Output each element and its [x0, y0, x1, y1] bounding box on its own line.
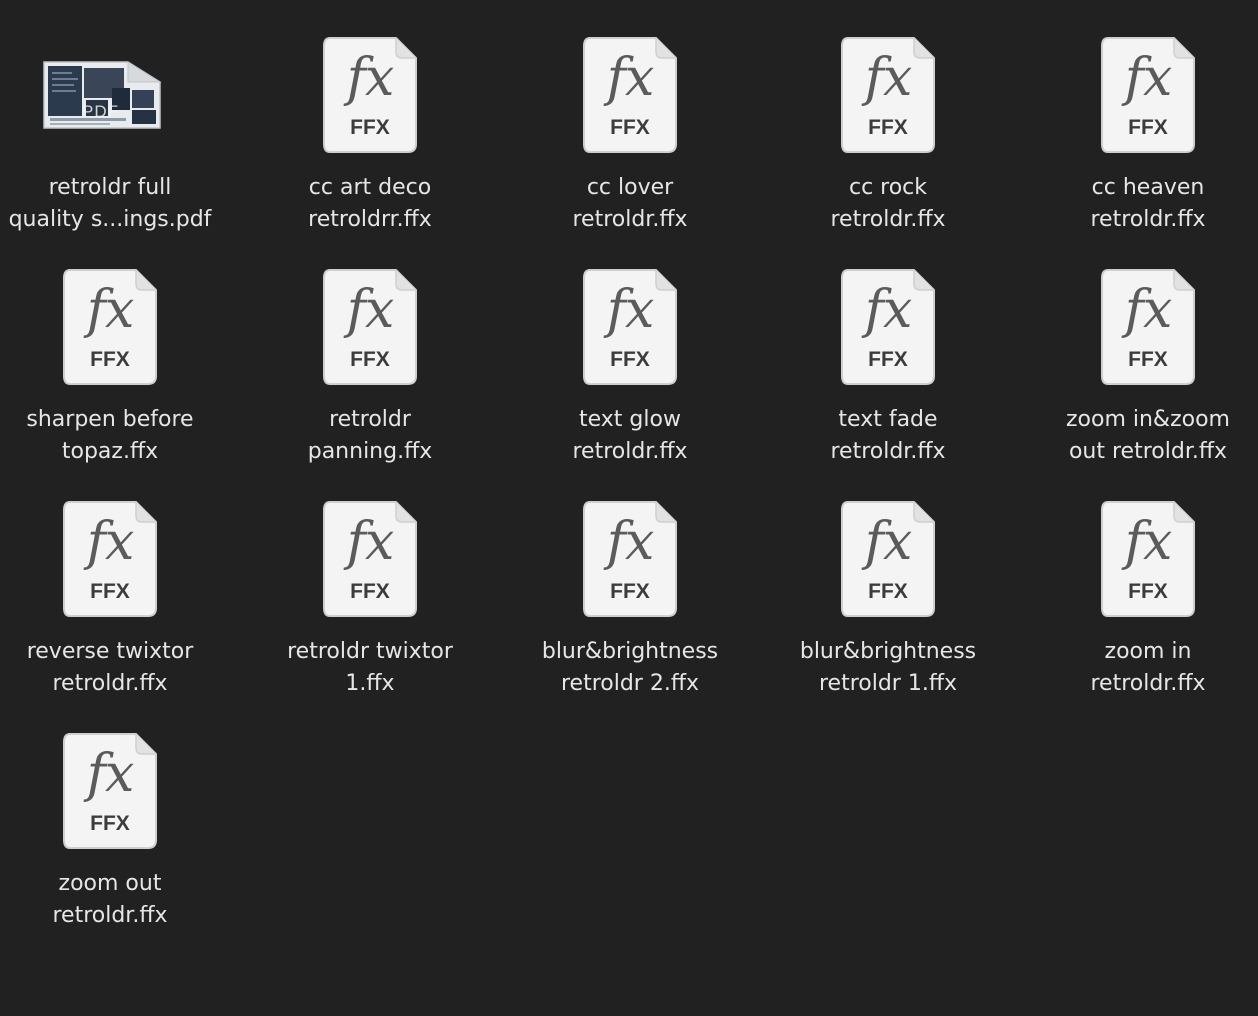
file-item-ffx[interactable]: fx FFX sharpen before topaz.ffx — [0, 232, 230, 464]
file-name: blur&brightness retroldr 2.ffx — [541, 639, 719, 696]
fx-glyph: fx — [346, 48, 395, 108]
file-ext-label: FFX — [90, 580, 130, 603]
file-ext-label: FFX — [1128, 116, 1168, 139]
file-item-ffx[interactable]: fx FFX blur&brightness retroldr 2.ffx — [510, 464, 750, 696]
pdf-icon: PDF — [0, 0, 230, 160]
fx-glyph: fx — [864, 280, 913, 340]
ffx-file-icon: fx FFX — [510, 464, 750, 624]
fx-glyph: fx — [864, 512, 913, 572]
file-item-ffx[interactable]: fx FFX text glow retroldr.ffx — [510, 232, 750, 464]
fx-glyph: fx — [1124, 512, 1173, 572]
file-name: retroldr panning.ffx — [307, 407, 433, 464]
ffx-file-icon: fx FFX — [250, 0, 490, 160]
file-item-pdf[interactable]: PDF retroldr full quality s...ings.pdf — [0, 0, 230, 232]
ffx-file-icon: fx FFX — [1028, 0, 1258, 160]
file-ext-label: FFX — [350, 116, 390, 139]
ffx-file-icon: fx FFX — [250, 464, 490, 624]
file-name: zoom in retroldr.ffx — [1090, 639, 1206, 696]
file-name: reverse twixtor retroldr.ffx — [26, 639, 194, 696]
fx-glyph: fx — [606, 280, 655, 340]
fx-glyph: fx — [86, 744, 135, 804]
file-name: blur&brightness retroldr 1.ffx — [799, 639, 977, 696]
ffx-file-icon: fx FFX — [1028, 232, 1258, 392]
fx-glyph: fx — [864, 48, 913, 108]
pdf-thumbnail: PDF — [42, 60, 162, 130]
fx-glyph: fx — [606, 512, 655, 572]
pdf-thumb-label: PDF — [82, 102, 119, 121]
file-item-ffx[interactable]: fx FFX zoom in retroldr.ffx — [1028, 464, 1258, 696]
file-ext-label: FFX — [610, 348, 650, 371]
ffx-file-icon: fx FFX — [0, 464, 230, 624]
file-ext-label: FFX — [868, 580, 908, 603]
fx-glyph: fx — [1124, 48, 1173, 108]
file-ext-label: FFX — [1128, 348, 1168, 371]
file-item-ffx[interactable]: fx FFX retroldr twixtor 1.ffx — [250, 464, 490, 696]
file-ext-label: FFX — [868, 116, 908, 139]
fx-glyph: fx — [346, 280, 395, 340]
ffx-file-icon: fx FFX — [768, 464, 1008, 624]
file-item-ffx[interactable]: fx FFX zoom in&zoom out retroldr.ffx — [1028, 232, 1258, 464]
file-name: text glow retroldr.ffx — [572, 407, 688, 464]
file-name: sharpen before topaz.ffx — [26, 407, 194, 464]
file-name: cc rock retroldr.ffx — [830, 175, 946, 232]
ffx-file-icon: fx FFX — [510, 0, 750, 160]
file-item-ffx[interactable]: fx FFX cc art deco retroldrr.ffx — [250, 0, 490, 232]
file-grid: PDF retroldr full quality s...ings.pdf f… — [0, 0, 1258, 1016]
file-name: cc lover retroldr.ffx — [572, 175, 688, 232]
ffx-file-icon: fx FFX — [1028, 464, 1258, 624]
file-ext-label: FFX — [90, 348, 130, 371]
fx-glyph: fx — [86, 512, 135, 572]
file-item-ffx[interactable]: fx FFX cc rock retroldr.ffx — [768, 0, 1008, 232]
ffx-file-icon: fx FFX — [250, 232, 490, 392]
file-name: retroldr twixtor 1.ffx — [287, 639, 453, 696]
file-name: retroldr full quality s...ings.pdf — [8, 175, 212, 232]
file-item-ffx[interactable]: fx FFX cc lover retroldr.ffx — [510, 0, 750, 232]
file-ext-label: FFX — [610, 580, 650, 603]
file-ext-label: FFX — [1128, 580, 1168, 603]
file-item-ffx[interactable]: fx FFX cc heaven retroldr.ffx — [1028, 0, 1258, 232]
file-ext-label: FFX — [90, 812, 130, 835]
file-ext-label: FFX — [350, 348, 390, 371]
ffx-file-icon: fx FFX — [768, 232, 1008, 392]
file-name: zoom out retroldr.ffx — [52, 871, 168, 928]
file-name: cc art deco retroldrr.ffx — [308, 175, 432, 232]
file-name: zoom in&zoom out retroldr.ffx — [1065, 407, 1230, 464]
fx-glyph: fx — [346, 512, 395, 572]
file-name: cc heaven retroldr.ffx — [1090, 175, 1206, 232]
fx-glyph: fx — [86, 280, 135, 340]
file-item-ffx[interactable]: fx FFX reverse twixtor retroldr.ffx — [0, 464, 230, 696]
file-ext-label: FFX — [610, 116, 650, 139]
file-name: text fade retroldr.ffx — [830, 407, 946, 464]
file-ext-label: FFX — [350, 580, 390, 603]
ffx-file-icon: fx FFX — [0, 232, 230, 392]
fx-glyph: fx — [606, 48, 655, 108]
ffx-file-icon: fx FFX — [0, 696, 230, 856]
file-item-ffx[interactable]: fx FFX blur&brightness retroldr 1.ffx — [768, 464, 1008, 696]
ffx-file-icon: fx FFX — [510, 232, 750, 392]
file-ext-label: FFX — [868, 348, 908, 371]
file-item-ffx[interactable]: fx FFX text fade retroldr.ffx — [768, 232, 1008, 464]
file-item-ffx[interactable]: fx FFX retroldr panning.ffx — [250, 232, 490, 464]
fx-glyph: fx — [1124, 280, 1173, 340]
ffx-file-icon: fx FFX — [768, 0, 1008, 160]
file-item-ffx[interactable]: fx FFX zoom out retroldr.ffx — [0, 696, 230, 928]
